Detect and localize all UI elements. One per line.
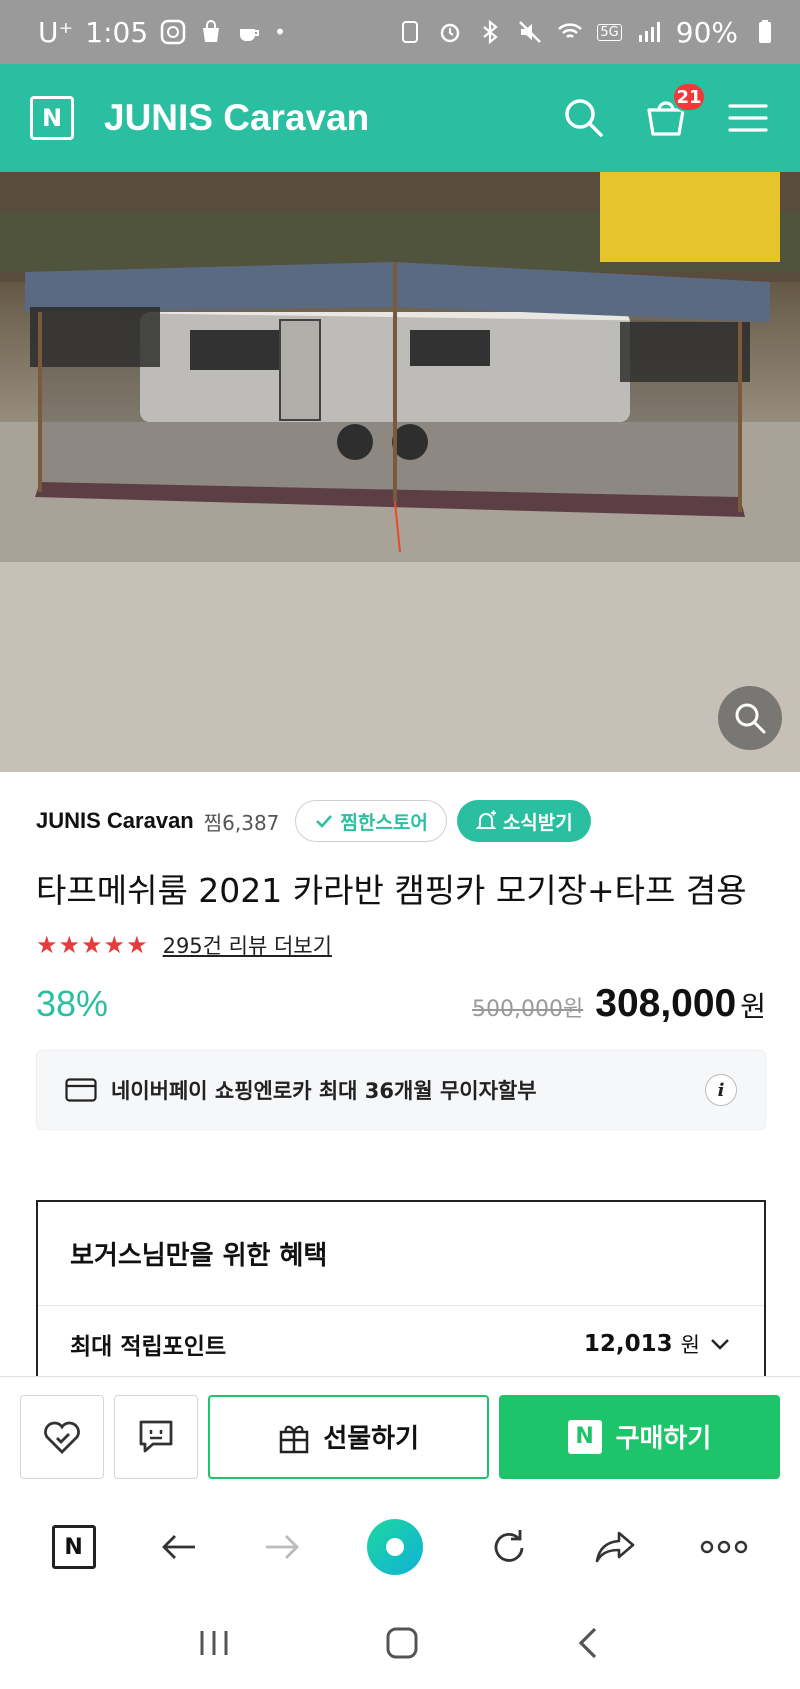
heart-check-icon	[43, 1421, 80, 1454]
talk-button[interactable]	[113, 1394, 198, 1479]
buy-label: 구매하기	[615, 1424, 712, 1454]
search-icon	[565, 99, 603, 137]
cart-count-badge: 21	[672, 82, 706, 112]
menu-button[interactable]	[726, 96, 770, 140]
signal-icon	[638, 22, 660, 42]
green-dot-icon[interactable]	[365, 1517, 425, 1577]
mute-icon	[519, 21, 542, 43]
carrier-label: U⁺	[38, 15, 74, 49]
search-button[interactable]	[562, 96, 606, 140]
review-link[interactable]: 295건 리뷰 더보기	[163, 930, 332, 960]
caravan-tarp-photo	[0, 172, 800, 772]
home-icon[interactable]	[385, 1626, 419, 1660]
battery-icon	[759, 20, 771, 43]
naverpay-n-icon: N	[567, 1419, 602, 1454]
news-label: 소식받기	[502, 811, 573, 834]
hamburger-menu-icon	[728, 104, 768, 132]
bluetooth-icon	[483, 19, 499, 45]
credit-card-icon	[65, 1078, 97, 1102]
follow-store-button[interactable]: 찜한스토어	[295, 800, 447, 842]
alarm-icon	[441, 23, 460, 43]
sale-price: 308,000	[595, 982, 737, 1025]
rating-row: ★★★★★ 295건 리뷰 더보기	[36, 930, 766, 960]
time-label: 1:05	[85, 15, 149, 49]
battery-label: 90%	[675, 15, 738, 49]
status-bar: U⁺ 1:05 • 5G 90%	[0, 0, 800, 64]
original-price: 500,000원	[472, 997, 584, 1022]
system-navigation-bar	[0, 1597, 800, 1689]
price-row: 38% 500,000원 308,000 원	[36, 982, 766, 1026]
image-zoom-button[interactable]	[718, 686, 782, 750]
buy-button[interactable]: N 구매하기	[498, 1394, 781, 1479]
product-title: 타프메쉬룸 2021 카라반 캠핑카 모기장+타프 겸용	[36, 871, 747, 910]
naver-home-button[interactable]: N	[51, 1525, 96, 1569]
recycle-icon	[402, 21, 419, 43]
refresh-icon[interactable]	[488, 1526, 530, 1568]
rating-stars: ★★★★★	[36, 931, 149, 959]
forward-arrow-icon[interactable]	[262, 1527, 302, 1567]
home-letter: N	[64, 1534, 83, 1560]
browser-toolbar: N	[0, 1497, 800, 1597]
gift-label: 선물하기	[323, 1424, 420, 1454]
chat-icon	[139, 1420, 173, 1452]
recent-apps-icon[interactable]	[197, 1628, 231, 1658]
back-arrow-icon[interactable]	[159, 1527, 199, 1567]
price-unit: 원	[740, 990, 766, 1023]
max-points-label: 최대 적립포인트	[70, 1334, 227, 1360]
seller-row: JUNIS Caravan 찜6,387 찜한스토어 소식받기	[36, 800, 766, 842]
cup-icon	[240, 29, 260, 41]
gift-button[interactable]: 선물하기	[207, 1394, 489, 1479]
more-options-icon[interactable]	[700, 1537, 748, 1557]
shopping-bag-icon	[203, 20, 220, 42]
news-subscribe-button[interactable]: 소식받기	[456, 800, 591, 842]
follow-store-label: 찜한스토어	[340, 811, 428, 834]
zoom-icon	[735, 703, 766, 734]
bell-plus-icon	[475, 810, 497, 829]
check-icon	[316, 815, 333, 828]
max-points-row[interactable]: 최대 적립포인트 12,013 원	[38, 1306, 764, 1380]
purchase-action-bar: 선물하기 N 구매하기	[0, 1376, 800, 1496]
network-label: 5G	[597, 23, 622, 41]
benefit-title: 보거스님만을 위한 혜택	[38, 1202, 764, 1306]
chevron-down-icon	[711, 1339, 729, 1350]
benefit-box: 보거스님만을 위한 혜택 최대 적립포인트 12,013 원	[36, 1200, 766, 1380]
naverpay-installment-banner[interactable]: 네이버페이 쇼핑엔로카 최대 36개월 무이자할부 i	[36, 1050, 766, 1130]
max-points-unit: 원	[680, 1333, 700, 1357]
seller-name[interactable]: JUNIS Caravan	[36, 808, 194, 834]
more-dot-icon: •	[274, 20, 286, 44]
wishlist-button[interactable]	[20, 1394, 104, 1479]
discount-rate: 38%	[36, 983, 109, 1024]
cart-button[interactable]: 21	[644, 82, 706, 140]
max-points-value: 12,013	[583, 1331, 673, 1357]
compass-icon	[160, 19, 186, 45]
zzim-count: 찜6,387	[203, 810, 280, 835]
product-info: JUNIS Caravan 찜6,387 찜한스토어 소식받기 타프메쉬룸 20…	[36, 800, 766, 1130]
store-header: N JUNIS Caravan 21	[0, 64, 800, 172]
system-back-icon[interactable]	[573, 1626, 603, 1660]
wifi-icon	[558, 23, 583, 38]
info-icon[interactable]: i	[705, 1074, 737, 1106]
logo-letter: N	[41, 104, 63, 132]
pay-notice-text: 네이버페이 쇼핑엔로카 최대 36개월 무이자할부	[111, 1079, 537, 1103]
share-icon[interactable]	[593, 1527, 637, 1567]
naver-n-logo[interactable]: N	[30, 96, 74, 140]
product-image[interactable]	[0, 172, 800, 772]
gift-icon	[280, 1425, 309, 1453]
store-title[interactable]: JUNIS Caravan	[104, 97, 369, 139]
